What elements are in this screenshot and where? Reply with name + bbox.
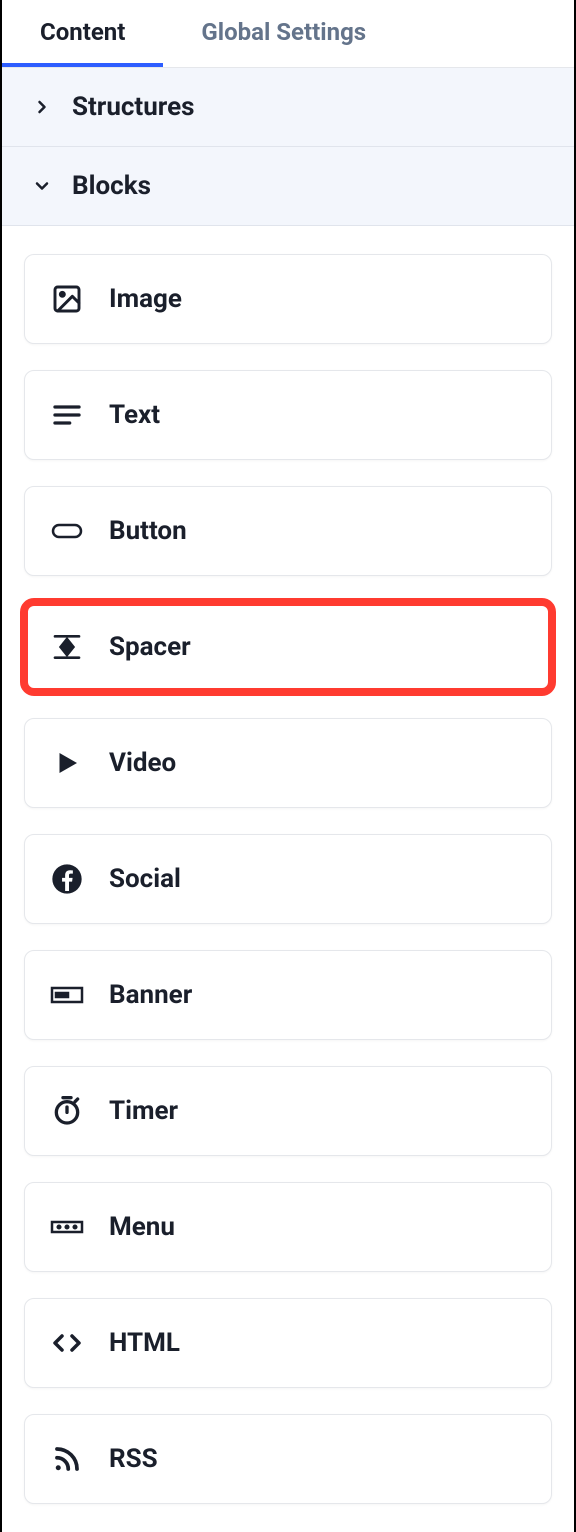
tabs: Content Global Settings <box>2 0 574 68</box>
block-html-label: HTML <box>109 1328 180 1358</box>
block-rss[interactable]: RSS <box>24 1414 552 1504</box>
block-spacer[interactable]: Spacer <box>24 602 552 692</box>
section-structures[interactable]: Structures <box>2 68 574 147</box>
block-image[interactable]: Image <box>24 254 552 344</box>
tab-global-settings[interactable]: Global Settings <box>163 0 404 67</box>
text-icon <box>49 397 85 433</box>
video-icon <box>49 745 85 781</box>
block-text[interactable]: Text <box>24 370 552 460</box>
section-blocks-title: Blocks <box>72 171 151 201</box>
block-text-label: Text <box>109 400 160 430</box>
banner-icon <box>49 977 85 1013</box>
block-social-label: Social <box>109 864 181 894</box>
block-menu-label: Menu <box>109 1212 175 1242</box>
menu-icon <box>49 1209 85 1245</box>
chevron-down-icon <box>30 174 54 198</box>
blocks-list: Image Text Button Spacer Video Social <box>2 226 574 1532</box>
block-button[interactable]: Button <box>24 486 552 576</box>
block-button-label: Button <box>109 516 187 546</box>
button-icon <box>49 513 85 549</box>
section-structures-title: Structures <box>72 92 194 122</box>
html-icon <box>49 1325 85 1361</box>
social-icon <box>49 861 85 897</box>
block-html[interactable]: HTML <box>24 1298 552 1388</box>
tab-global-settings-label: Global Settings <box>201 18 366 46</box>
block-rss-label: RSS <box>109 1444 158 1474</box>
spacer-icon <box>49 629 85 665</box>
timer-icon <box>49 1093 85 1129</box>
block-video-label: Video <box>109 748 176 778</box>
block-banner[interactable]: Banner <box>24 950 552 1040</box>
chevron-right-icon <box>30 95 54 119</box>
block-banner-label: Banner <box>109 980 192 1010</box>
tab-content[interactable]: Content <box>2 0 163 67</box>
block-social[interactable]: Social <box>24 834 552 924</box>
block-timer-label: Timer <box>109 1096 178 1126</box>
section-blocks[interactable]: Blocks <box>2 147 574 226</box>
image-icon <box>49 281 85 317</box>
tab-content-label: Content <box>40 18 125 46</box>
rss-icon <box>49 1441 85 1477</box>
block-spacer-label: Spacer <box>109 632 191 662</box>
block-menu[interactable]: Menu <box>24 1182 552 1272</box>
block-timer[interactable]: Timer <box>24 1066 552 1156</box>
block-image-label: Image <box>109 284 182 314</box>
block-video[interactable]: Video <box>24 718 552 808</box>
